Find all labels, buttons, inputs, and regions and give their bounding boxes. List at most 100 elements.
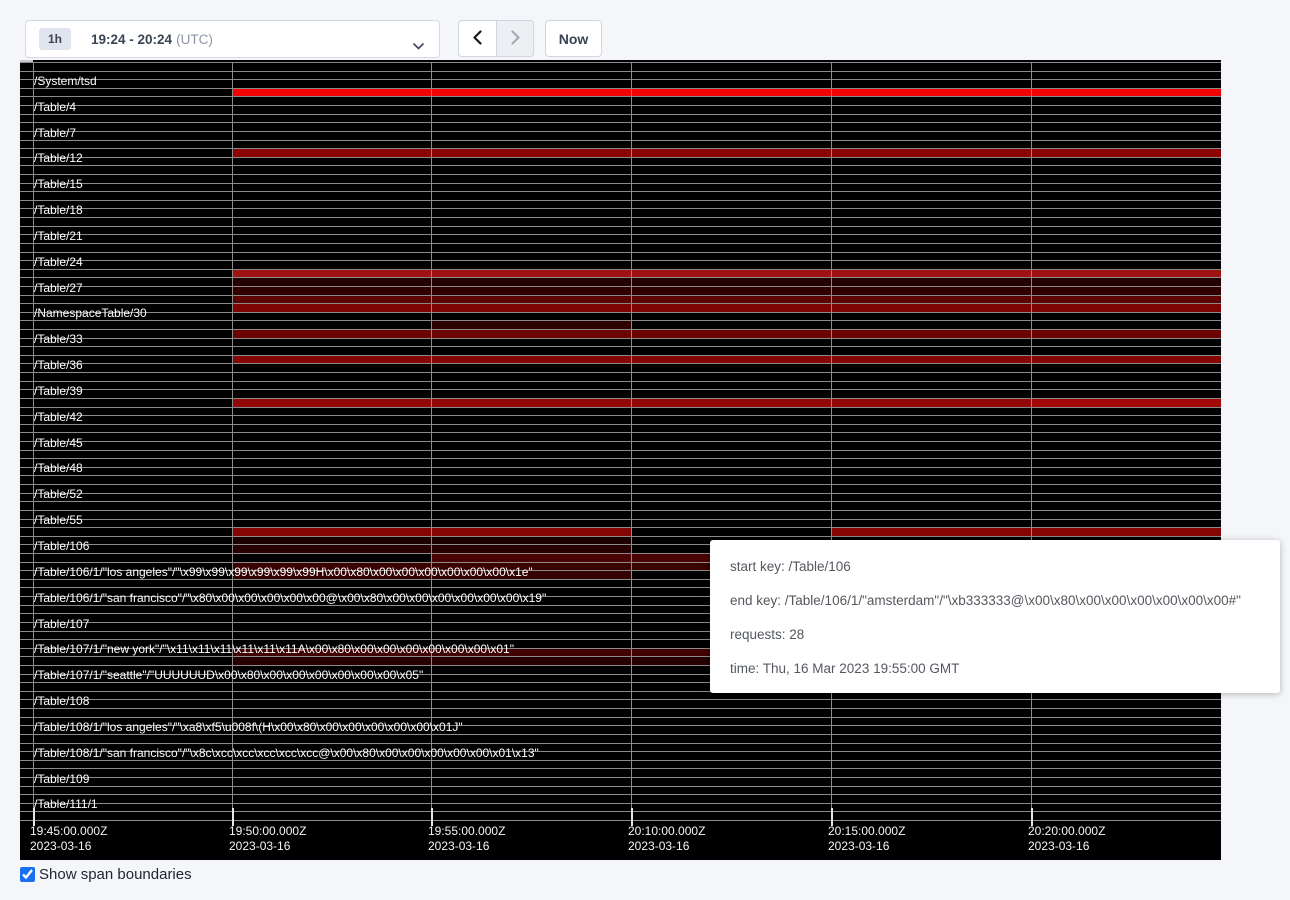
time-range-selector[interactable]: 1h 19:24 - 20:24(UTC) — [25, 20, 440, 58]
time-nav-button-group — [458, 20, 534, 57]
span-boundary-hline — [20, 407, 1221, 408]
x-axis-date: 2023-03-16 — [1028, 839, 1105, 854]
span-boundary-hline — [20, 148, 1221, 149]
row-label: /Table/107 — [34, 618, 89, 631]
span-boundary-hline — [20, 277, 1221, 278]
span-boundary-hline — [20, 88, 1221, 89]
row-label: /Table/108 — [34, 695, 89, 708]
span-boundary-hline — [20, 811, 1221, 812]
heat-band[interactable] — [232, 355, 1221, 364]
span-boundary-hline — [20, 295, 1221, 296]
footer-controls: Show span boundaries — [20, 866, 192, 883]
heat-band[interactable] — [232, 329, 1221, 338]
heat-band[interactable] — [232, 148, 1221, 157]
row-label: /Table/36 — [34, 359, 83, 372]
span-boundary-hline — [20, 269, 1221, 270]
row-label: /Table/109 — [34, 773, 89, 786]
span-boundary-hline — [20, 432, 1221, 433]
span-boundary-hline — [20, 734, 1221, 735]
heat-band[interactable] — [431, 320, 631, 329]
x-axis-date: 2023-03-16 — [229, 839, 306, 854]
x-axis-label: 20:20:00.000Z2023-03-16 — [1028, 824, 1105, 854]
span-boundary-hline — [20, 708, 1221, 709]
x-axis-label: 19:45:00.000Z2023-03-16 — [30, 824, 107, 854]
time-gridline — [631, 62, 632, 822]
row-label: /Table/27 — [34, 282, 83, 295]
span-boundary-hline — [20, 493, 1221, 494]
span-boundary-hline — [20, 760, 1221, 761]
span-boundary-hline — [20, 803, 1221, 804]
row-label: /Table/108/1/"los angeles"/"\xa8\xf5\u00… — [34, 721, 463, 734]
heatmap-canvas[interactable]: /System/tsd/Table/4/Table/7/Table/12/Tab… — [20, 60, 1221, 860]
span-boundary-hline — [20, 786, 1221, 787]
heat-band[interactable] — [232, 286, 1221, 295]
time-gridline — [431, 62, 432, 822]
span-boundary-hline — [20, 519, 1221, 520]
row-label: /Table/4 — [34, 101, 76, 114]
x-axis-date: 2023-03-16 — [628, 839, 705, 854]
x-axis-date: 2023-03-16 — [30, 839, 107, 854]
span-boundary-hline — [20, 338, 1221, 339]
row-label: /Table/48 — [34, 462, 83, 475]
x-axis-time: 20:10:00.000Z — [628, 824, 705, 839]
row-label: /Table/45 — [34, 437, 83, 450]
span-boundary-hline — [20, 415, 1221, 416]
span-boundary-hline — [20, 424, 1221, 425]
span-boundary-hline — [20, 527, 1221, 528]
row-label: /Table/106 — [34, 540, 89, 553]
span-boundary-hline — [20, 777, 1221, 778]
span-boundary-hline — [20, 441, 1221, 442]
span-boundary-hline — [20, 114, 1221, 115]
span-boundary-hline — [20, 768, 1221, 769]
row-label: /Table/111/1 — [34, 798, 98, 811]
span-boundary-hline — [20, 329, 1221, 330]
time-gridline — [232, 62, 233, 822]
tooltip-requests: requests: 28 — [730, 618, 1260, 652]
heat-band[interactable] — [232, 295, 1221, 304]
next-time-button[interactable] — [496, 20, 534, 57]
prev-time-button[interactable] — [458, 20, 496, 57]
time-range-text: 19:24 - 20:24(UTC) — [91, 32, 213, 47]
row-label: /Table/24 — [34, 256, 83, 269]
row-label: /System/tsd — [34, 75, 97, 88]
heat-band[interactable] — [232, 269, 1221, 278]
span-boundary-hline — [20, 346, 1221, 347]
span-boundary-hline — [20, 122, 1221, 123]
row-label: /Table/106/1/"san francisco"/"\x80\x00\x… — [34, 592, 546, 605]
show-span-boundaries-label: Show span boundaries — [39, 866, 192, 883]
time-range-timezone: (UTC) — [176, 32, 213, 47]
row-label: /Table/33 — [34, 333, 83, 346]
heat-band[interactable] — [232, 277, 1221, 286]
span-boundary-hline — [20, 140, 1221, 141]
tooltip-start-key: start key: /Table/106 — [730, 550, 1260, 584]
span-boundary-hline — [20, 450, 1221, 451]
heat-band[interactable] — [831, 527, 1221, 536]
span-boundary-hline — [20, 501, 1221, 502]
span-boundary-hline — [20, 467, 1221, 468]
row-label: /Table/108/1/"san francisco"/"\x8c\xcc\x… — [34, 747, 539, 760]
heat-band[interactable] — [232, 88, 1221, 97]
span-boundary-hline — [20, 226, 1221, 227]
span-boundary-hline — [20, 105, 1221, 106]
now-button[interactable]: Now — [545, 20, 602, 57]
span-boundary-hline — [20, 252, 1221, 253]
heat-band[interactable] — [1031, 398, 1221, 407]
span-boundary-hline — [20, 191, 1221, 192]
span-boundary-hline — [20, 312, 1221, 313]
span-boundary-hline — [20, 743, 1221, 744]
span-boundary-hline — [20, 286, 1221, 287]
heat-band[interactable] — [232, 303, 1221, 312]
span-boundary-hline — [20, 794, 1221, 795]
x-axis-time: 19:45:00.000Z — [30, 824, 107, 839]
span-boundary-hline — [20, 699, 1221, 700]
row-label: /Table/55 — [34, 514, 83, 527]
span-boundary-hline — [20, 165, 1221, 166]
span-boundary-hline — [20, 510, 1221, 511]
span-boundary-hline — [20, 217, 1221, 218]
span-boundary-hline — [20, 71, 1221, 72]
time-range-duration-badge: 1h — [39, 28, 71, 50]
x-axis-time: 19:55:00.000Z — [428, 824, 505, 839]
span-boundary-hline — [20, 458, 1221, 459]
show-span-boundaries-checkbox[interactable] — [20, 867, 35, 882]
x-axis-label: 19:55:00.000Z2023-03-16 — [428, 824, 505, 854]
